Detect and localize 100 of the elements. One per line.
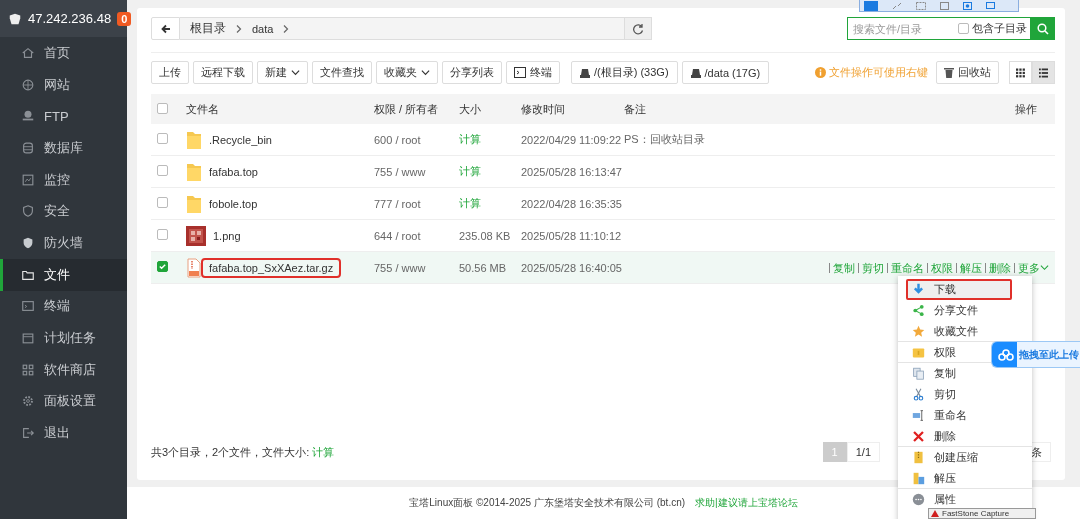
logo-icon	[8, 11, 22, 26]
scroll-capture-icon[interactable]	[940, 1, 949, 10]
disk-button[interactable]: /(根目录) (33G)	[571, 61, 678, 84]
column-header[interactable]: 大小	[459, 102, 481, 115]
breadcrumb-link[interactable]: 根目录	[190, 20, 226, 37]
dropdown-button[interactable]: 新建	[257, 61, 308, 84]
trash-icon	[944, 67, 954, 78]
hint-text: 文件操作可使用右键	[829, 65, 928, 80]
checkbox[interactable]	[157, 197, 168, 208]
window-capture-icon[interactable]	[986, 1, 996, 10]
checkbox[interactable]	[157, 102, 168, 114]
home-icon	[21, 45, 35, 60]
chevron-down-icon	[421, 68, 430, 77]
refresh-icon	[632, 22, 644, 35]
column-header[interactable]: 文件名	[186, 102, 219, 115]
table-cell: 2025/05/28 16:13:47	[521, 165, 622, 178]
sidebar-item[interactable]: 退出	[0, 417, 127, 449]
table-cell: 600 / root	[374, 133, 421, 146]
sidebar-item[interactable]: 终端	[0, 290, 127, 323]
chevron-down-icon	[291, 68, 300, 77]
menu-item[interactable]: 解压	[898, 468, 1032, 489]
file-name[interactable]: fafaba.top	[203, 163, 264, 180]
hard-drive-icon	[690, 67, 701, 78]
unzip-icon	[912, 471, 925, 485]
file-name[interactable]: .Recycle_bin	[203, 131, 278, 148]
upload-toast[interactable]: 拖拽至此上传	[991, 341, 1080, 368]
checkbox[interactable]	[958, 23, 969, 34]
view-toggle[interactable]	[1009, 61, 1032, 84]
list-view-icon	[1039, 67, 1048, 78]
search-button[interactable]	[1030, 17, 1055, 40]
back-button[interactable]	[151, 17, 180, 40]
video-icon[interactable]	[864, 0, 878, 11]
sidebar-item[interactable]: 数据库	[0, 132, 127, 164]
search-box[interactable]: 搜索文件/目录 包含子目录	[847, 17, 1030, 40]
terminal-icon	[514, 67, 526, 78]
sidebar-item[interactable]: 监控	[0, 163, 127, 196]
checkbox[interactable]	[157, 261, 168, 272]
sidebar-item[interactable]: 计划任务	[0, 322, 127, 354]
table-cell: 644 / root	[374, 229, 421, 242]
toolbar-button[interactable]: 终端	[506, 61, 560, 84]
menu-item[interactable]: 分享文件	[898, 300, 1032, 321]
rename-icon	[912, 409, 925, 422]
table-cell: PS：回收站目录	[624, 133, 705, 145]
column-header[interactable]: 修改时间	[521, 102, 565, 115]
sidebar-item[interactable]: 网站	[0, 68, 127, 101]
globe-icon	[21, 77, 35, 92]
table-cell: 2025/05/28 16:40:05	[521, 261, 622, 274]
toolbar-button[interactable]: 文件查找	[312, 61, 372, 84]
view-toggle[interactable]	[1032, 61, 1055, 84]
chart-icon	[21, 172, 35, 187]
menu-item[interactable]: 剪切	[898, 384, 1032, 405]
menu-item[interactable]: 重命名	[898, 405, 1032, 426]
calendar-icon	[21, 331, 35, 346]
info-icon	[815, 67, 826, 78]
breadcrumb-link[interactable]: data	[252, 22, 274, 35]
back-arrow-icon	[160, 23, 171, 34]
resize-icon[interactable]	[892, 1, 902, 10]
column-header[interactable]: 备注	[624, 102, 646, 115]
recycle-bin-button[interactable]: 回收站	[936, 61, 999, 84]
folder-icon	[186, 193, 202, 214]
menu-item[interactable]: 下载	[906, 279, 1012, 300]
menu-item[interactable]: 删除	[898, 426, 1032, 447]
toolbar-button[interactable]: 上传	[151, 61, 189, 84]
logo-icon	[931, 510, 939, 517]
column-header[interactable]: 操作	[1015, 102, 1037, 115]
refresh-button[interactable]	[625, 17, 652, 40]
terminal-icon	[21, 299, 35, 314]
table-cell: 755 / www	[374, 261, 426, 274]
sidebar-item[interactable]: 首页	[0, 37, 127, 69]
region-icon[interactable]	[916, 1, 926, 10]
sidebar-item[interactable]: 软件商店	[0, 353, 127, 386]
window-title: FastStone Capture	[942, 509, 1011, 518]
server-ip: 47.242.236.48	[28, 11, 112, 26]
shield-icon	[21, 204, 35, 219]
dropdown-button[interactable]: 收藏夹	[376, 61, 438, 84]
copy-icon	[912, 367, 925, 380]
download-arrow-icon	[912, 283, 925, 296]
checkbox[interactable]	[157, 229, 168, 240]
sidebar-item[interactable]: FTP	[0, 100, 127, 133]
menu-item[interactable]: 属性	[898, 489, 1032, 510]
logout-icon	[21, 426, 35, 441]
toolbar-button[interactable]: 分享列表	[442, 61, 502, 84]
sidebar-item[interactable]: 防火墙	[0, 227, 127, 259]
table-cell: 2022/04/28 16:35:35	[521, 197, 622, 210]
info-icon	[912, 493, 925, 506]
cloud-icon	[997, 348, 1014, 361]
file-name[interactable]: fobole.top	[203, 195, 264, 212]
chevron-icon	[234, 23, 244, 34]
chevron-down-icon	[1040, 262, 1049, 272]
disk-button[interactable]: /data (17G)	[681, 61, 770, 84]
sidebar-item[interactable]: 安全	[0, 195, 127, 228]
record-icon[interactable]	[963, 1, 972, 10]
checkbox[interactable]	[157, 133, 168, 144]
sidebar-item[interactable]: 文件	[0, 258, 127, 291]
sidebar-item[interactable]: 面板设置	[0, 385, 127, 418]
shield-icon	[21, 235, 35, 250]
hard-drive-icon	[580, 67, 590, 78]
toolbar-button[interactable]: 远程下载	[193, 61, 253, 84]
file-name[interactable]: 1.png	[207, 227, 247, 244]
checkbox[interactable]	[157, 165, 168, 176]
